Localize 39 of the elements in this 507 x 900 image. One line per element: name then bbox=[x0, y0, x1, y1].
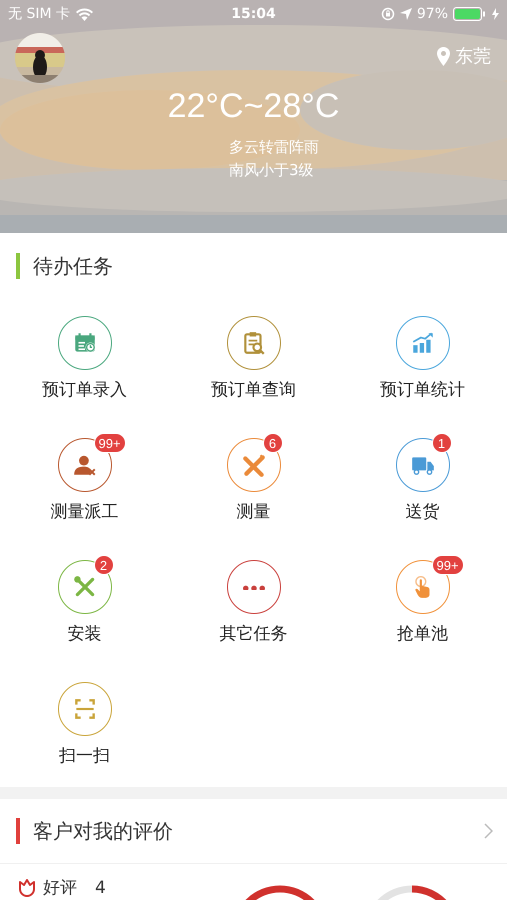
weather-condition: 多云转雷阵雨 bbox=[229, 137, 319, 158]
count-badge: 1 bbox=[432, 433, 452, 453]
task-label[interactable]: 预订单录入 bbox=[42, 379, 127, 401]
review-count: 4 bbox=[95, 878, 106, 898]
wifi-icon bbox=[76, 8, 93, 20]
rotation-lock-icon bbox=[380, 7, 395, 21]
task-label[interactable]: 测量派工 bbox=[50, 501, 118, 523]
location-pin-icon bbox=[437, 46, 450, 66]
count-badge: 2 bbox=[94, 555, 114, 575]
count-badge: 99+ bbox=[94, 433, 126, 453]
charging-icon bbox=[492, 8, 500, 20]
task-button[interactable] bbox=[58, 682, 112, 736]
more-icon bbox=[242, 584, 264, 590]
temperature-range: 22°C~28°C bbox=[168, 87, 340, 125]
battery-percent: 97% bbox=[416, 6, 448, 22]
ruler-pencil-icon bbox=[240, 452, 266, 478]
task-label[interactable]: 测量 bbox=[236, 501, 270, 523]
section-title: 客户对我的评价 bbox=[33, 818, 174, 844]
task-label[interactable]: 抢单池 bbox=[397, 623, 448, 645]
battery-icon bbox=[453, 7, 488, 21]
task-button[interactable] bbox=[396, 316, 450, 370]
review-label: 好评 bbox=[43, 877, 77, 899]
task-button[interactable] bbox=[226, 560, 280, 614]
task-label[interactable]: 预订单统计 bbox=[380, 379, 465, 401]
task-label[interactable]: 安装 bbox=[68, 623, 102, 645]
task-label[interactable]: 扫一扫 bbox=[59, 745, 110, 767]
count-badge: 99+ bbox=[432, 555, 464, 575]
carrier-text: 无 SIM 卡 bbox=[8, 5, 70, 23]
task-label[interactable]: 预订单查询 bbox=[211, 379, 296, 401]
location-arrow-icon bbox=[400, 8, 412, 20]
section-title: 待办任务 bbox=[33, 252, 113, 280]
wind-text: 南风小于3级 bbox=[229, 160, 314, 181]
count-badge: 6 bbox=[262, 433, 282, 453]
task-label[interactable]: 送货 bbox=[406, 501, 440, 523]
clock-time: 15:04 bbox=[231, 6, 276, 22]
task-label[interactable]: 其它任务 bbox=[220, 623, 288, 645]
task-button[interactable] bbox=[226, 316, 280, 370]
flower-icon bbox=[17, 878, 37, 898]
task-button[interactable] bbox=[58, 316, 112, 370]
